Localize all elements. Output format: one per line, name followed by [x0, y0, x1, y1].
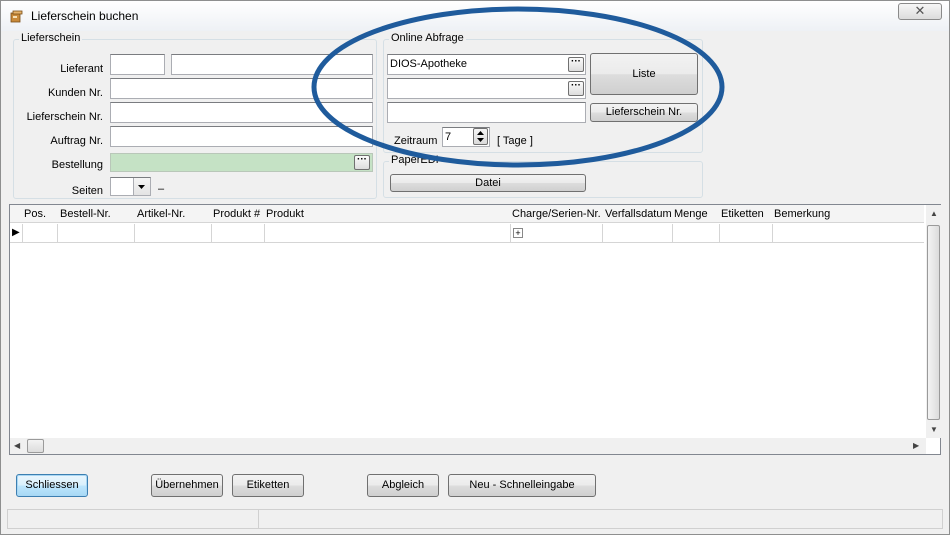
row-indicator-icon: ▶ — [12, 227, 20, 238]
neu-schnelleingabe-button-label: Neu - Schnelleingabe — [469, 479, 575, 491]
abgleich-button-label: Abgleich — [381, 479, 425, 491]
zeitraum-label: Zeitraum — [394, 135, 438, 147]
auftrag-nr-label: Auftrag Nr. — [50, 135, 103, 147]
online-field-2-browse-button[interactable]: ··· — [568, 81, 584, 96]
table-row[interactable]: ▶ + — [10, 224, 924, 243]
zeitraum-spin-button[interactable] — [473, 128, 488, 145]
close-icon: ✕ — [914, 3, 926, 18]
paperedi-group-title: PaperEDI — [389, 154, 441, 166]
lieferschein-nr-label: Lieferschein Nr. — [26, 111, 103, 123]
ellipsis-icon: ··· — [357, 154, 367, 165]
lieferant-code-field[interactable] — [110, 54, 165, 75]
scroll-down-icon[interactable]: ▼ — [930, 425, 938, 434]
col-produkt[interactable]: Produkt — [266, 208, 304, 220]
col-artikel-nr[interactable]: Artikel-Nr. — [137, 208, 185, 220]
lieferant-name-field[interactable] — [171, 54, 373, 75]
etiketten-button-label: Etiketten — [246, 479, 290, 491]
package-icon — [10, 10, 23, 23]
kunden-nr-label: Kunden Nr. — [47, 87, 103, 99]
schliessen-button-label: Schliessen — [25, 479, 79, 491]
ellipsis-icon: ··· — [571, 56, 581, 67]
dialog-window: Lieferschein buchen ✕ Lieferschein Liefe… — [0, 0, 950, 535]
title-bar: Lieferschein buchen ✕ — [1, 1, 949, 31]
expand-icon[interactable]: + — [513, 228, 523, 238]
col-bemerkung[interactable]: Bemerkung — [774, 208, 830, 220]
col-bestell-nr[interactable]: Bestell-Nr. — [60, 208, 111, 220]
scroll-right-icon[interactable]: ▶ — [913, 441, 919, 450]
uebernehmen-button[interactable]: Übernehmen — [151, 474, 223, 497]
liste-button-label: Liste — [632, 68, 656, 80]
status-bar — [7, 509, 943, 529]
tage-label: [ Tage ] — [497, 135, 533, 147]
online-field-2[interactable] — [387, 78, 586, 99]
spin-updown-icon — [477, 131, 484, 142]
seiten-combo[interactable] — [110, 177, 151, 196]
vertical-scroll-thumb[interactable] — [927, 225, 940, 420]
col-menge[interactable]: Menge — [674, 208, 708, 220]
bestellung-field[interactable] — [110, 153, 373, 172]
lieferant-label: Lieferant — [60, 63, 103, 75]
col-etiketten[interactable]: Etiketten — [721, 208, 764, 220]
abgleich-button[interactable]: Abgleich — [367, 474, 439, 497]
neu-schnelleingabe-button[interactable]: Neu - Schnelleingabe — [448, 474, 596, 497]
col-pos[interactable]: Pos. — [24, 208, 46, 220]
chevron-down-icon — [138, 185, 145, 189]
online-abfrage-group-title: Online Abfrage — [389, 32, 466, 44]
kunden-nr-field[interactable] — [110, 78, 373, 99]
lieferschein-group-title: Lieferschein — [19, 32, 83, 44]
grid-horizontal-scrollbar[interactable]: ◀ ▶ — [10, 438, 926, 454]
online-field-3[interactable] — [387, 102, 586, 123]
seiten-suffix: – — [158, 183, 165, 195]
scroll-left-icon[interactable]: ◀ — [14, 441, 20, 450]
uebernehmen-button-label: Übernehmen — [155, 479, 219, 491]
bestellung-browse-button[interactable]: ··· — [354, 155, 370, 170]
auftrag-nr-field[interactable] — [110, 126, 373, 147]
seiten-label: Seiten — [71, 185, 103, 197]
etiketten-button[interactable]: Etiketten — [232, 474, 304, 497]
scroll-up-icon[interactable]: ▲ — [930, 209, 938, 218]
grid-header: Pos. Bestell-Nr. Artikel-Nr. Produkt # P… — [10, 205, 924, 223]
datei-button-label: Datei — [475, 177, 501, 189]
seiten-dropdown-button[interactable] — [133, 178, 150, 195]
lieferschein-nr-button[interactable]: Lieferschein Nr. — [590, 103, 698, 122]
grid-vertical-scrollbar[interactable]: ▲ ▼ — [926, 205, 941, 438]
window-title: Lieferschein buchen — [31, 9, 139, 23]
ellipsis-icon: ··· — [571, 80, 581, 91]
col-charge[interactable]: Charge/Serien-Nr. — [512, 208, 601, 220]
bestellung-label: Bestellung — [51, 159, 103, 171]
schliessen-button[interactable]: Schliessen — [16, 474, 88, 497]
apotheke-browse-button[interactable]: ··· — [568, 57, 584, 72]
positions-grid[interactable]: Pos. Bestell-Nr. Artikel-Nr. Produkt # P… — [9, 204, 941, 455]
col-produkt-nr[interactable]: Produkt # — [213, 208, 260, 220]
liste-button[interactable]: Liste — [590, 53, 698, 95]
datei-button[interactable]: Datei — [390, 174, 586, 192]
zeitraum-value: 7 — [445, 131, 452, 143]
lieferschein-nr-field[interactable] — [110, 102, 373, 123]
lieferschein-nr-button-label: Lieferschein Nr. — [605, 106, 683, 118]
col-verfallsdatum[interactable]: Verfallsdatum — [605, 208, 672, 220]
close-button[interactable]: ✕ — [898, 3, 942, 20]
horizontal-scroll-thumb[interactable] — [27, 439, 44, 453]
apotheke-field[interactable]: DIOS-Apotheke — [387, 54, 586, 75]
